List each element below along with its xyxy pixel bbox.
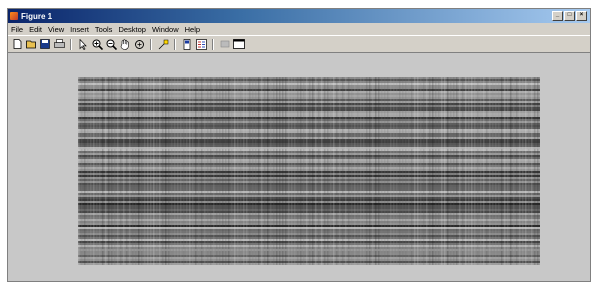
hide-plot-tools-icon[interactable] bbox=[219, 38, 231, 50]
menu-edit[interactable]: Edit bbox=[29, 25, 42, 34]
window-title: Figure 1 bbox=[21, 11, 53, 21]
toolbar-separator bbox=[174, 38, 176, 50]
grayscale-image bbox=[78, 77, 540, 265]
matlab-icon bbox=[10, 12, 18, 20]
menu-desktop[interactable]: Desktop bbox=[118, 25, 146, 34]
close-button[interactable]: × bbox=[576, 11, 587, 21]
open-icon[interactable] bbox=[25, 38, 37, 50]
toolbar-separator bbox=[150, 38, 152, 50]
print-icon[interactable] bbox=[53, 38, 65, 50]
legend-icon[interactable] bbox=[195, 38, 207, 50]
menu-file[interactable]: File bbox=[11, 25, 23, 34]
menu-window[interactable]: Window bbox=[152, 25, 179, 34]
show-plot-tools-icon[interactable] bbox=[233, 38, 245, 50]
minimize-button[interactable]: _ bbox=[552, 11, 563, 21]
title-bar: Figure 1 _ □ × bbox=[8, 9, 590, 23]
menu-bar: File Edit View Insert Tools Desktop Wind… bbox=[8, 23, 590, 35]
menu-tools[interactable]: Tools bbox=[95, 25, 113, 34]
toolbar-separator bbox=[212, 38, 214, 50]
zoom-in-icon[interactable] bbox=[91, 38, 103, 50]
zoom-out-icon[interactable] bbox=[105, 38, 117, 50]
figure-window: Figure 1 _ □ × File Edit View Insert Too… bbox=[7, 8, 591, 282]
save-icon[interactable] bbox=[39, 38, 51, 50]
menu-view[interactable]: View bbox=[48, 25, 64, 34]
toolbar-separator bbox=[70, 38, 72, 50]
figure-canvas[interactable] bbox=[8, 53, 590, 281]
pointer-icon[interactable] bbox=[77, 38, 89, 50]
menu-help[interactable]: Help bbox=[185, 25, 200, 34]
maximize-button[interactable]: □ bbox=[564, 11, 575, 21]
image-plot[interactable] bbox=[78, 77, 540, 265]
menu-insert[interactable]: Insert bbox=[70, 25, 89, 34]
new-icon[interactable] bbox=[11, 38, 23, 50]
pan-icon[interactable] bbox=[119, 38, 131, 50]
colorbar-icon[interactable] bbox=[181, 38, 193, 50]
rotate-icon[interactable] bbox=[133, 38, 145, 50]
data-cursor-icon[interactable] bbox=[157, 38, 169, 50]
toolbar bbox=[8, 35, 590, 53]
